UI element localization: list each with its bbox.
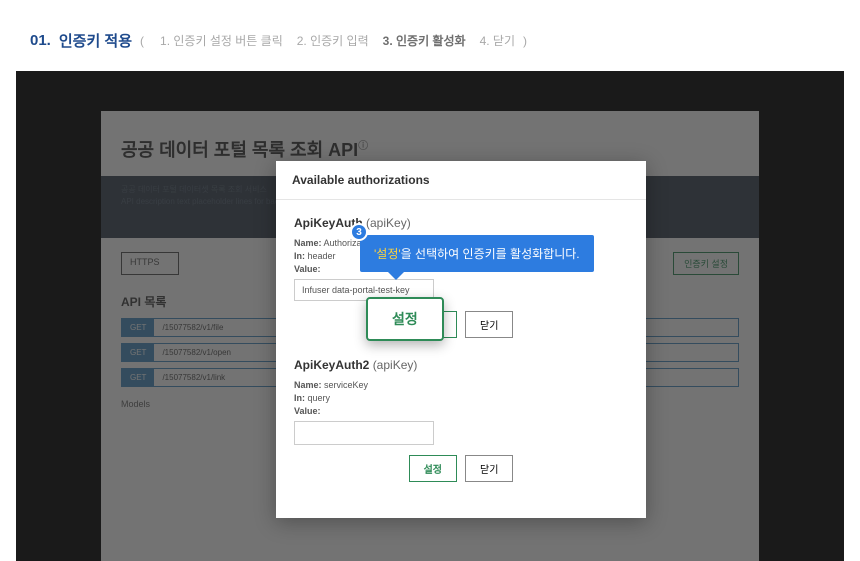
instruction-header: 01. 인증키 적용 ( 1. 인증키 설정 버튼 클릭 2. 인증키 입력 3… [0,0,860,71]
auth2-in-label: In: query [294,393,628,403]
header-steps: 1. 인증키 설정 버튼 클릭 2. 인증키 입력 3. 인증키 활성화 4. … [160,32,515,49]
paren-close: ) [523,34,527,48]
paren-open: ( [140,34,144,48]
auth2-buttons: 설정 닫기 [294,455,628,482]
step-1: 1. 인증키 설정 버튼 클릭 [160,32,283,49]
auth2-close-button[interactable]: 닫기 [465,455,513,482]
auth1-close-button[interactable]: 닫기 [465,311,513,338]
auth1-buttons: 설정 닫기 [294,311,628,338]
auth2-value-input[interactable] [294,421,434,445]
instruction-tooltip: '설정'을 선택하여 인증키를 활성화합니다. [360,235,594,272]
auth2-name-label: Name: serviceKey [294,380,628,390]
auth-section-2: ApiKeyAuth2 (apiKey) Name: serviceKey In… [294,358,628,482]
tooltip-highlight: '설정' [374,247,401,261]
step-badge: 3 [350,223,368,241]
auth1-title: ApiKeyAuth (apiKey) [294,216,628,230]
auth2-value-label: Value: [294,406,628,416]
step-4: 4. 닫기 [480,32,515,49]
step-2: 2. 인증키 입력 [297,32,369,49]
auth2-title: ApiKeyAuth2 (apiKey) [294,358,628,372]
header-title-number: 01. [30,32,51,49]
highlighted-set-button[interactable]: 설정 [366,297,444,341]
screenshot-viewport: 공공 데이터 포털 목록 조회 APIⓘ 공공 데이터 포털 데이터셋 목록 조… [16,71,844,561]
tooltip-tail-icon [388,272,404,280]
step-3: 3. 인증키 활성화 [383,32,466,49]
auth2-set-button[interactable]: 설정 [409,455,457,482]
tooltip-text: 을 선택하여 인증키를 활성화합니다. [401,247,580,261]
authorization-modal: Available authorizations ApiKeyAuth (api… [276,161,646,518]
header-title-text: 인증키 적용 [59,30,132,51]
modal-title: Available authorizations [276,161,646,200]
